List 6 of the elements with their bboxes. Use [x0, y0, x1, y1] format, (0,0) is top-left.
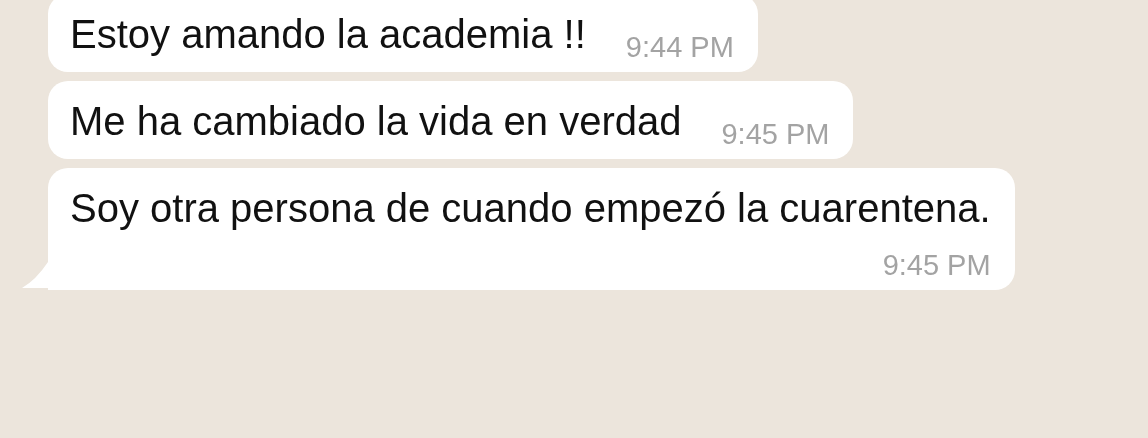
message-time: 9:45 PM — [882, 248, 991, 282]
message-bubble: Me ha cambiado la vida en verdad 9:45 PM — [48, 81, 854, 159]
message-time: 9:44 PM — [625, 30, 734, 64]
message-bubble: Estoy amando la academia !! 9:44 PM — [48, 0, 758, 72]
message-time: 9:45 PM — [721, 117, 830, 151]
message-bubble: Soy otra persona de cuando empezó la cuarentena. 9:45 PM — [48, 168, 1015, 290]
